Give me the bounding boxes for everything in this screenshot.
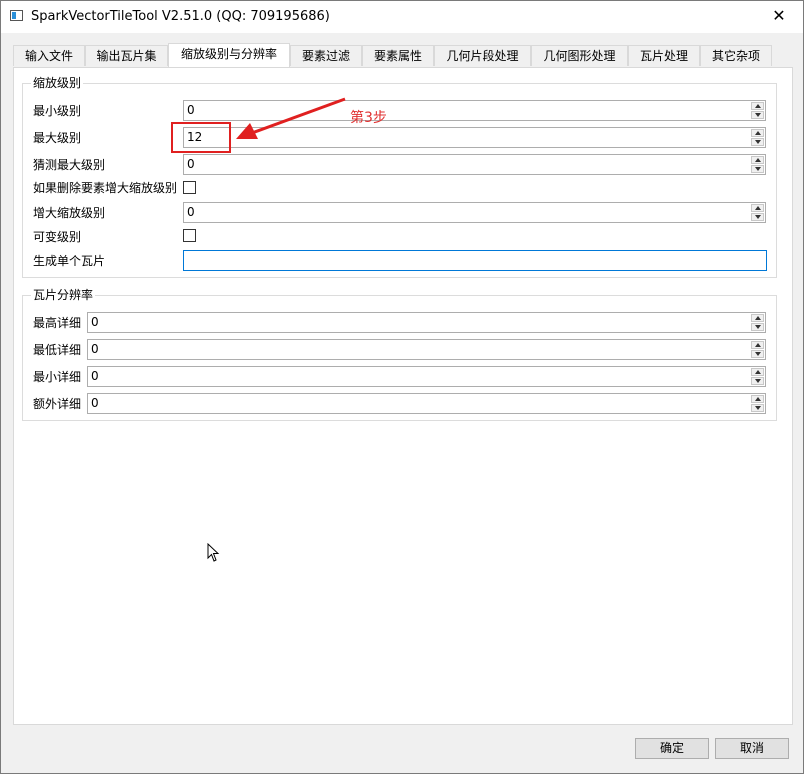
spin-up-icon[interactable] [751, 314, 764, 322]
tab-input-files[interactable]: 输入文件 [13, 45, 85, 66]
spin-down-icon[interactable] [751, 404, 764, 412]
highest-detail-label: 最高详细 [33, 316, 82, 330]
spin-down-icon[interactable] [751, 213, 764, 221]
spin-down-icon[interactable] [751, 323, 764, 331]
tab-misc[interactable]: 其它杂项 [700, 45, 772, 66]
spin-down-icon[interactable] [751, 377, 764, 385]
max-zoom-label: 最大级别 [33, 131, 82, 145]
mouse-cursor-icon [207, 543, 220, 562]
variable-zoom-label: 可变级别 [33, 230, 82, 244]
spin-down-icon[interactable] [751, 165, 764, 173]
extra-detail-spinbox[interactable]: 0 [87, 393, 766, 414]
highest-detail-value: 0 [91, 315, 99, 329]
title-bar: SparkVectorTileTool V2.51.0 (QQ: 7091956… [1, 1, 803, 33]
tab-feature-filter[interactable]: 要素过滤 [290, 45, 362, 66]
variable-zoom-checkbox[interactable] [183, 229, 196, 242]
ok-button[interactable]: 确定 [635, 738, 709, 759]
tab-bar: 输入文件 输出瓦片集 缩放级别与分辨率 要素过滤 要素属性 几何片段处理 几何图… [13, 43, 793, 67]
spin-up-icon[interactable] [751, 341, 764, 349]
close-icon[interactable]: ✕ [761, 1, 797, 31]
spin-up-icon[interactable] [751, 395, 764, 403]
min-zoom-value: 0 [187, 103, 195, 117]
guess-max-zoom-label: 猜测最大级别 [33, 158, 106, 172]
spin-up-icon[interactable] [751, 102, 764, 110]
min-zoom-label: 最小级别 [33, 104, 82, 118]
annotation-arrow-icon [236, 97, 346, 139]
tab-feature-attributes[interactable]: 要素属性 [362, 45, 434, 66]
min-detail-value: 0 [91, 369, 99, 383]
annotation-step-label: 第3步 [350, 110, 387, 126]
spin-up-icon[interactable] [751, 368, 764, 376]
tab-output-tileset[interactable]: 输出瓦片集 [85, 45, 168, 66]
highest-detail-spinbox[interactable]: 0 [87, 312, 766, 333]
window-title: SparkVectorTileTool V2.51.0 (QQ: 7091956… [31, 9, 330, 24]
lowest-detail-value: 0 [91, 342, 99, 356]
extra-detail-value: 0 [91, 396, 99, 410]
tab-tile-processing[interactable]: 瓦片处理 [628, 45, 700, 66]
guess-max-zoom-value: 0 [187, 157, 195, 171]
spin-up-icon[interactable] [751, 129, 764, 137]
spin-up-icon[interactable] [751, 204, 764, 212]
increase-if-drop-checkbox[interactable] [183, 181, 196, 194]
lowest-detail-label: 最低详细 [33, 343, 82, 357]
app-window-icon [10, 10, 23, 21]
zoom-group-title: 缩放级别 [31, 76, 84, 90]
resolution-group-title: 瓦片分辨率 [31, 288, 96, 302]
cancel-button[interactable]: 取消 [715, 738, 789, 759]
tab-geometry-shape[interactable]: 几何图形处理 [531, 45, 628, 66]
spin-down-icon[interactable] [751, 350, 764, 358]
annotation-highlight-box [171, 122, 231, 153]
tab-geometry-fragment[interactable]: 几何片段处理 [434, 45, 531, 66]
increase-zoom-spinbox[interactable]: 0 [183, 202, 766, 223]
min-detail-spinbox[interactable]: 0 [87, 366, 766, 387]
lowest-detail-spinbox[interactable]: 0 [87, 339, 766, 360]
spin-down-icon[interactable] [751, 138, 764, 146]
guess-max-zoom-spinbox[interactable]: 0 [183, 154, 766, 175]
tab-zoom-resolution[interactable]: 缩放级别与分辨率 [168, 43, 290, 67]
spin-up-icon[interactable] [751, 156, 764, 164]
single-tile-input[interactable] [183, 250, 767, 271]
min-detail-label: 最小详细 [33, 370, 82, 384]
increase-if-drop-label: 如果删除要素增大缩放级别 [33, 181, 178, 195]
extra-detail-label: 额外详细 [33, 397, 82, 411]
increase-zoom-label: 增大缩放级别 [33, 206, 106, 220]
single-tile-label: 生成单个瓦片 [33, 254, 106, 268]
increase-zoom-value: 0 [187, 205, 195, 219]
spin-down-icon[interactable] [751, 111, 764, 119]
